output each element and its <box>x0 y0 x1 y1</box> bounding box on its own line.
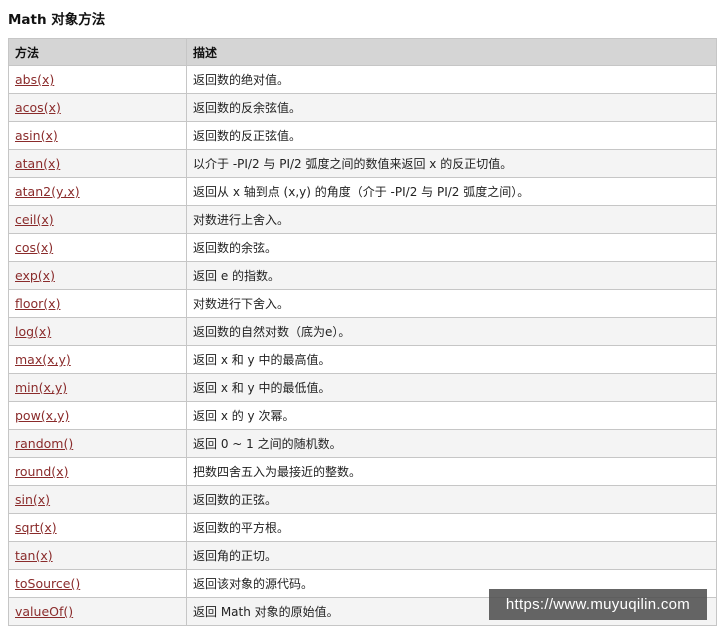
header-description: 描述 <box>186 38 717 66</box>
method-description: 返回数的自然对数（底为e）。 <box>186 317 717 346</box>
table-row: random() 返回 0 ~ 1 之间的随机数。 <box>8 429 717 458</box>
table-row: min(x,y) 返回 x 和 y 中的最低值。 <box>8 373 717 402</box>
method-description: 返回 e 的指数。 <box>186 261 717 290</box>
method-link[interactable]: atan2(y,x) <box>15 184 80 199</box>
method-link[interactable]: asin(x) <box>15 128 58 143</box>
table-row: exp(x) 返回 e 的指数。 <box>8 261 717 290</box>
table-row: atan2(y,x) 返回从 x 轴到点 (x,y) 的角度（介于 -PI/2 与… <box>8 177 717 206</box>
table-header-row: 方法 描述 <box>8 38 717 66</box>
method-link[interactable]: ceil(x) <box>15 212 54 227</box>
method-description: 返回数的平方根。 <box>186 513 717 542</box>
method-link[interactable]: max(x,y) <box>15 352 71 367</box>
method-description: 返回数的余弦。 <box>186 233 717 262</box>
method-description: 返回数的反余弦值。 <box>186 93 717 122</box>
method-description: 返回数的反正弦值。 <box>186 121 717 150</box>
method-link[interactable]: atan(x) <box>15 156 60 171</box>
method-link[interactable]: tan(x) <box>15 548 53 563</box>
method-description: 返回 0 ~ 1 之间的随机数。 <box>186 429 717 458</box>
table-row: abs(x) 返回数的绝对值。 <box>8 65 717 94</box>
table-row: sqrt(x) 返回数的平方根。 <box>8 513 717 542</box>
method-link[interactable]: round(x) <box>15 464 68 479</box>
method-link[interactable]: pow(x,y) <box>15 408 69 423</box>
method-description: 对数进行上舍入。 <box>186 205 717 234</box>
method-link[interactable]: floor(x) <box>15 296 60 311</box>
table-row: cos(x) 返回数的余弦。 <box>8 233 717 262</box>
method-description: 返回数的绝对值。 <box>186 65 717 94</box>
methods-table: 方法 描述 abs(x) 返回数的绝对值。 acos(x) 返回数的反余弦值。 as… <box>8 38 717 626</box>
method-description: 返回 x 和 y 中的最高值。 <box>186 345 717 374</box>
table-row: acos(x) 返回数的反余弦值。 <box>8 93 717 122</box>
table-row: asin(x) 返回数的反正弦值。 <box>8 121 717 150</box>
method-description: 对数进行下舍入。 <box>186 289 717 318</box>
table-row: ceil(x) 对数进行上舍入。 <box>8 205 717 234</box>
method-link[interactable]: log(x) <box>15 324 51 339</box>
page-title: Math 对象方法 <box>8 12 106 28</box>
table-row: log(x) 返回数的自然对数（底为e）。 <box>8 317 717 346</box>
table-row: round(x) 把数四舍五入为最接近的整数。 <box>8 457 717 486</box>
method-description: 返回从 x 轴到点 (x,y) 的角度（介于 -PI/2 与 PI/2 弧度之间… <box>186 177 717 206</box>
method-link[interactable]: sin(x) <box>15 492 50 507</box>
watermark: https://www.muyuqilin.com <box>489 589 707 620</box>
table-row: max(x,y) 返回 x 和 y 中的最高值。 <box>8 345 717 374</box>
method-description: 返回 x 的 y 次幂。 <box>186 401 717 430</box>
method-description: 以介于 -PI/2 与 PI/2 弧度之间的数值来返回 x 的反正切值。 <box>186 149 717 178</box>
header-method: 方法 <box>8 38 187 66</box>
method-link[interactable]: abs(x) <box>15 72 54 87</box>
table-row: floor(x) 对数进行下舍入。 <box>8 289 717 318</box>
method-link[interactable]: sqrt(x) <box>15 520 57 535</box>
table-row: pow(x,y) 返回 x 的 y 次幂。 <box>8 401 717 430</box>
method-link[interactable]: exp(x) <box>15 268 55 283</box>
method-link[interactable]: valueOf() <box>15 604 73 619</box>
method-description: 返回角的正切。 <box>186 541 717 570</box>
table-row: atan(x) 以介于 -PI/2 与 PI/2 弧度之间的数值来返回 x 的反正… <box>8 149 717 178</box>
method-link[interactable]: toSource() <box>15 576 80 591</box>
method-link[interactable]: random() <box>15 436 73 451</box>
method-link[interactable]: min(x,y) <box>15 380 67 395</box>
table-row: tan(x) 返回角的正切。 <box>8 541 717 570</box>
method-link[interactable]: cos(x) <box>15 240 53 255</box>
table-row: sin(x) 返回数的正弦。 <box>8 485 717 514</box>
method-link[interactable]: acos(x) <box>15 100 61 115</box>
method-description: 返回数的正弦。 <box>186 485 717 514</box>
method-description: 把数四舍五入为最接近的整数。 <box>186 457 717 486</box>
method-description: 返回 x 和 y 中的最低值。 <box>186 373 717 402</box>
